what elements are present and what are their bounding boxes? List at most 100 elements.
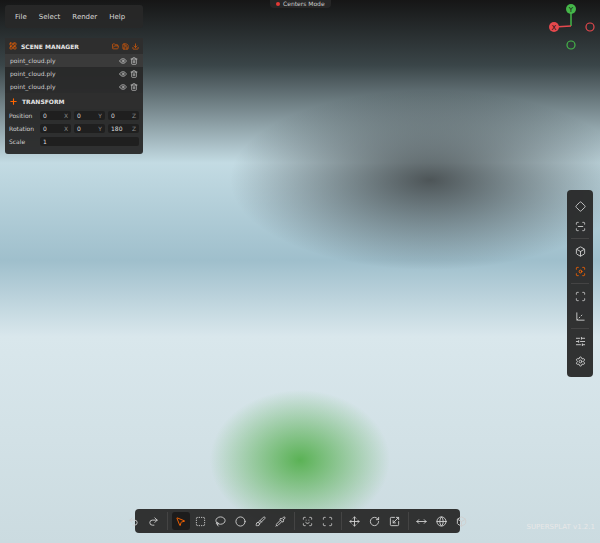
tool-button[interactable] — [172, 512, 190, 530]
transform-icon — [9, 97, 18, 106]
tool-button[interactable] — [571, 217, 589, 235]
move-icon — [349, 516, 360, 527]
tool-group — [571, 283, 589, 328]
tool-group — [571, 328, 589, 373]
tool-button[interactable] — [571, 262, 589, 280]
tool-button[interactable] — [571, 287, 589, 305]
transform-row: Rotation0X0Y180Z — [5, 122, 143, 135]
grid-icon — [9, 42, 17, 50]
measure-icon — [416, 516, 427, 527]
number-field[interactable]: 0X — [40, 124, 71, 133]
trash-icon[interactable] — [130, 70, 138, 78]
scan-icon — [322, 516, 333, 527]
axes-icon — [575, 311, 586, 322]
tool-group — [341, 512, 408, 530]
diamond-icon — [575, 201, 586, 212]
tool-button[interactable] — [571, 307, 589, 325]
tool-button[interactable] — [571, 242, 589, 260]
cube-icon — [575, 246, 586, 257]
number-field[interactable]: 0Y — [74, 111, 105, 120]
picker-icon — [275, 516, 286, 527]
tool-button[interactable] — [319, 512, 337, 530]
number-field[interactable]: 0Z — [108, 111, 139, 120]
pointer-icon — [175, 516, 186, 527]
menu-bar: File SelectRender Help — [5, 5, 143, 28]
box-icon — [456, 516, 467, 527]
tool-group — [294, 512, 341, 530]
scan-icon — [575, 291, 586, 302]
menu-item[interactable]: File — [11, 13, 31, 21]
export-icon[interactable] — [132, 43, 139, 50]
scene-item[interactable]: point_cloud.ply — [5, 80, 143, 93]
mode-badge: Centers Mode — [270, 0, 331, 8]
tool-group — [121, 512, 167, 530]
redo-icon — [148, 516, 159, 527]
tool-button[interactable] — [366, 512, 384, 530]
tool-button[interactable] — [145, 512, 163, 530]
mode-dot — [276, 2, 280, 6]
scene-header: SCENE MANAGER — [5, 38, 143, 54]
save-icon[interactable] — [122, 43, 129, 50]
transform-row: Position0X0Y0Z — [5, 109, 143, 122]
scale-icon — [389, 516, 400, 527]
eye-icon[interactable] — [119, 70, 127, 78]
svg-text:Y: Y — [568, 6, 574, 14]
lasso-icon — [215, 516, 226, 527]
menu-item[interactable]: Select — [35, 13, 65, 21]
transform-header: TRANSFORM — [5, 93, 143, 109]
scene-item[interactable]: point_cloud.ply — [5, 67, 143, 80]
tool-button[interactable] — [346, 512, 364, 530]
tool-button[interactable] — [386, 512, 404, 530]
tool-button[interactable] — [433, 512, 451, 530]
frame-icon — [575, 221, 586, 232]
rotate-icon — [369, 516, 380, 527]
svg-text:X: X — [552, 24, 557, 32]
tool-button[interactable] — [299, 512, 317, 530]
tool-button[interactable] — [571, 332, 589, 350]
tool-button[interactable] — [571, 352, 589, 370]
tool-button[interactable] — [212, 512, 230, 530]
tool-group — [571, 194, 589, 238]
version-label: SUPERSPLAT v1.2.1 — [527, 523, 596, 531]
tool-button[interactable] — [125, 512, 143, 530]
y-axis-icon[interactable] — [566, 4, 576, 14]
number-field[interactable]: 0Y — [74, 124, 105, 133]
neg-y-icon[interactable] — [567, 41, 575, 49]
undo-icon — [128, 516, 139, 527]
trash-icon[interactable] — [130, 57, 138, 65]
number-field[interactable]: 0X — [40, 111, 71, 120]
focus-icon — [575, 266, 586, 277]
sphere-icon — [235, 516, 246, 527]
tool-group — [167, 512, 294, 530]
tool-button[interactable] — [453, 512, 471, 530]
tool-button[interactable] — [192, 512, 210, 530]
menu-item[interactable]: Help — [105, 13, 129, 21]
eye-icon[interactable] — [119, 57, 127, 65]
globe-icon — [436, 516, 447, 527]
axis-gizmo[interactable]: YX — [546, 2, 596, 52]
tool-group — [408, 512, 475, 530]
tool-button[interactable] — [413, 512, 431, 530]
trash-icon[interactable] — [130, 83, 138, 91]
viewport[interactable]: FileSelectRenderHelpCenters ModeYXSCENE … — [0, 0, 600, 543]
number-field[interactable]: 180Z — [108, 124, 139, 133]
scene-item[interactable]: point_cloud.ply — [5, 54, 143, 67]
tool-button[interactable] — [571, 197, 589, 215]
face-icon — [302, 516, 313, 527]
tool-group — [571, 238, 589, 283]
open-icon[interactable] — [112, 43, 119, 50]
eye-icon[interactable] — [119, 83, 127, 91]
tool-button[interactable] — [252, 512, 270, 530]
bottom-toolbar — [135, 509, 460, 533]
number-field[interactable]: 1 — [40, 137, 139, 146]
gear-icon — [575, 356, 586, 367]
tool-button[interactable] — [232, 512, 250, 530]
rect-select-icon — [195, 516, 206, 527]
menu-item[interactable]: Render — [68, 13, 101, 21]
brush-icon — [255, 516, 266, 527]
neg-x-icon[interactable] — [586, 23, 594, 31]
scene-manager: SCENE MANAGERpoint_cloud.plypoint_cloud.… — [5, 38, 143, 154]
x-axis-icon[interactable] — [549, 22, 559, 32]
tool-button[interactable] — [272, 512, 290, 530]
right-toolbar — [567, 190, 593, 377]
